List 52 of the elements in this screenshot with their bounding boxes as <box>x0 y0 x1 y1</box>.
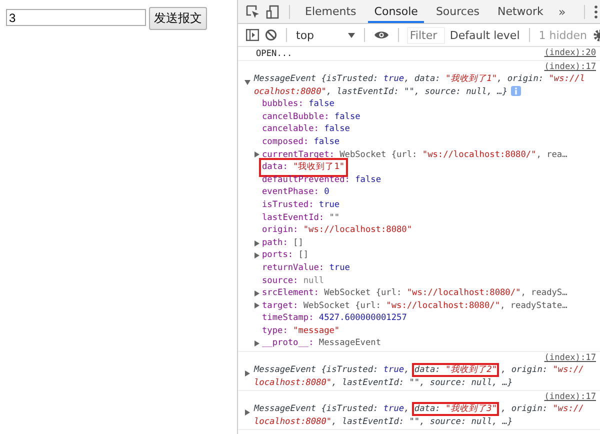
inspect-icon[interactable] <box>246 4 260 18</box>
expand-triangle-icon[interactable] <box>244 79 251 86</box>
property-line: cancelBubble: false <box>262 110 360 124</box>
log-message: OPEN... <box>256 48 292 59</box>
eye-icon[interactable] <box>374 30 389 40</box>
property-line[interactable]: currentTarget: WebSocket {url: "ws://localhost:8080/", rea… <box>262 148 568 162</box>
property-line[interactable]: path: [] <box>262 236 304 250</box>
property-line[interactable]: srcElement: WebSocket {url: "ws://localhost:8080/", readyS… <box>262 287 568 300</box>
send-button[interactable]: 发送报文 <box>149 7 207 30</box>
property-line: source: null <box>262 274 324 288</box>
property-line: composed: false <box>262 136 340 149</box>
sidebar-toggle-icon[interactable] <box>246 29 259 41</box>
expand-triangle-icon[interactable] <box>244 370 251 378</box>
property-line: timeStamp: 4527.600000001257 <box>262 312 407 325</box>
source-link[interactable]: (index):17 <box>544 352 596 364</box>
property-line[interactable]: __proto__: MessageEvent <box>262 337 381 350</box>
property-line: eventPhase: 0 <box>262 186 330 199</box>
event-summary[interactable]: MessageEvent {isTrusted: true, data: "我收到了2" , origin: "ws://localhost:8080", lastEventId: "", source: null, …} <box>254 364 596 390</box>
panel-tab[interactable]: Sources <box>430 0 486 23</box>
log-level-select[interactable]: Default level <box>450 28 520 42</box>
filter-field[interactable]: Filter <box>408 28 444 42</box>
property-line: data: "我收到了1" <box>262 161 345 174</box>
settings-icon[interactable] <box>593 28 600 42</box>
event-summary[interactable]: MessageEvent {isTrusted: true, data: "我收到了1", origin: "ws://localhost:8080", lastEventId: "", source: null, …} <box>254 73 596 98</box>
clear-console-icon[interactable] <box>265 29 277 41</box>
expand-triangle-icon[interactable] <box>254 151 260 158</box>
property-line: type: "message" <box>262 324 340 338</box>
property-line: cancelable: false <box>262 123 350 136</box>
panel-tab[interactable]: Elements <box>299 0 362 23</box>
property-line: lastEventId: "" <box>262 212 340 224</box>
event-summary[interactable]: MessageEvent {isTrusted: true, data: "我收到了3" , origin: "ws://localhost:8080", lastEventId: "", source: null, …} <box>254 403 596 428</box>
panel-tab[interactable]: Network <box>491 0 550 23</box>
property-line[interactable]: target: WebSocket {url: "ws://localhost:8080/", readyState… <box>262 300 568 312</box>
property-line: origin: "ws://localhost:8080" <box>262 224 412 237</box>
expand-triangle-icon[interactable] <box>254 340 260 348</box>
hidden-count: 1 hidden <box>538 28 587 42</box>
caret-icon <box>348 32 355 38</box>
expand-triangle-icon[interactable] <box>244 409 251 416</box>
panel-tab[interactable]: Console <box>368 0 424 23</box>
property-line: returnValue: true <box>262 262 350 274</box>
kebab-menu-icon[interactable] <box>594 4 598 18</box>
device-icon[interactable] <box>266 4 280 18</box>
property-line[interactable]: ports: [] <box>262 249 309 262</box>
property-line: isTrusted: true <box>262 198 340 212</box>
source-link[interactable]: (index):17 <box>544 61 596 73</box>
source-link[interactable]: (index):17 <box>544 391 596 404</box>
more-tabs-button[interactable]: » <box>555 4 569 18</box>
source-link[interactable]: (index):20 <box>544 47 596 59</box>
property-line: bubbles: false <box>262 98 334 111</box>
message-input[interactable]: 3 <box>6 9 146 26</box>
property-line: defaultPrevented: false <box>262 174 381 186</box>
context-select[interactable]: top <box>296 28 355 42</box>
